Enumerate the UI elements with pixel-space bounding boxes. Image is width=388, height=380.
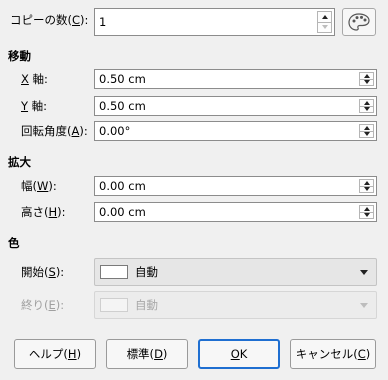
ok-button[interactable]: OK: [198, 339, 280, 369]
dropdown-arrow-icon: [360, 303, 368, 308]
angle-value[interactable]: 0.00°: [99, 122, 130, 140]
chevron-up-icon: [321, 14, 328, 19]
chevron-up-icon: [363, 180, 370, 185]
height-decrement-button[interactable]: [359, 212, 374, 219]
chevron-down-icon: [363, 132, 370, 137]
end-color-label: 終り(E):: [21, 298, 65, 312]
chevron-down-icon: [363, 107, 370, 112]
y-axis-spinbox[interactable]: 0.50 cm: [94, 96, 377, 116]
help-button[interactable]: ヘルプ(H): [14, 339, 96, 369]
height-increment-button[interactable]: [359, 205, 374, 213]
end-color-value: 自動: [135, 298, 158, 312]
color-heading: 色: [8, 236, 20, 250]
angle-spin-buttons: [359, 124, 374, 138]
angle-decrement-button[interactable]: [359, 131, 374, 138]
y-axis-spin-buttons: [359, 99, 374, 113]
chevron-up-icon: [363, 73, 370, 78]
chevron-up-icon: [363, 125, 370, 130]
values-from-selection-button[interactable]: [342, 8, 376, 36]
copies-decrement-button[interactable]: [317, 22, 332, 33]
copies-increment-button[interactable]: [317, 11, 332, 23]
reset-default-button[interactable]: 標準(D): [106, 339, 188, 369]
start-color-dropdown[interactable]: 自動: [94, 258, 377, 286]
angle-increment-button[interactable]: [359, 124, 374, 132]
y-axis-decrement-button[interactable]: [359, 106, 374, 113]
width-decrement-button[interactable]: [359, 186, 374, 193]
color-palette-icon: [348, 13, 370, 31]
end-color-dropdown: 自動: [94, 291, 377, 319]
angle-label: 回転角度(A):: [21, 124, 88, 138]
cancel-button[interactable]: キャンセル(C): [290, 339, 376, 369]
x-axis-spinbox[interactable]: 0.50 cm: [94, 69, 377, 89]
y-axis-label: Y 軸:: [21, 99, 48, 113]
move-heading: 移動: [8, 49, 31, 63]
width-value[interactable]: 0.00 cm: [99, 177, 146, 195]
chevron-up-icon: [363, 206, 370, 211]
chevron-down-icon: [363, 187, 370, 192]
height-label: 高さ(H):: [21, 205, 66, 219]
height-value[interactable]: 0.00 cm: [99, 203, 146, 221]
height-spin-buttons: [359, 205, 374, 219]
x-axis-decrement-button[interactable]: [359, 79, 374, 86]
x-axis-increment-button[interactable]: [359, 72, 374, 80]
copies-label: コピーの数(C):: [10, 13, 89, 27]
width-spinbox[interactable]: 0.00 cm: [94, 176, 377, 196]
height-spinbox[interactable]: 0.00 cm: [94, 202, 377, 222]
chevron-up-icon: [363, 100, 370, 105]
chevron-down-icon: [363, 80, 370, 85]
y-axis-value[interactable]: 0.50 cm: [99, 97, 146, 115]
start-color-value: 自動: [135, 265, 158, 279]
end-color-swatch: [100, 298, 128, 312]
x-axis-spin-buttons: [359, 72, 374, 86]
enlarge-heading: 拡大: [8, 155, 31, 169]
copies-spinbox[interactable]: 1: [94, 8, 335, 36]
x-axis-value[interactable]: 0.50 cm: [99, 70, 146, 88]
copies-spin-buttons: [317, 11, 332, 33]
width-spin-buttons: [359, 179, 374, 193]
dropdown-arrow-icon: [360, 270, 368, 275]
width-increment-button[interactable]: [359, 179, 374, 187]
copies-value[interactable]: 1: [99, 9, 106, 35]
start-color-label: 開始(S):: [21, 265, 65, 279]
x-axis-label: X 軸:: [21, 72, 48, 86]
chevron-down-icon: [363, 213, 370, 218]
start-color-swatch: [100, 265, 128, 279]
chevron-down-icon: [321, 25, 328, 30]
y-axis-increment-button[interactable]: [359, 99, 374, 107]
width-label: 幅(W):: [21, 179, 57, 193]
angle-spinbox[interactable]: 0.00°: [94, 121, 377, 141]
